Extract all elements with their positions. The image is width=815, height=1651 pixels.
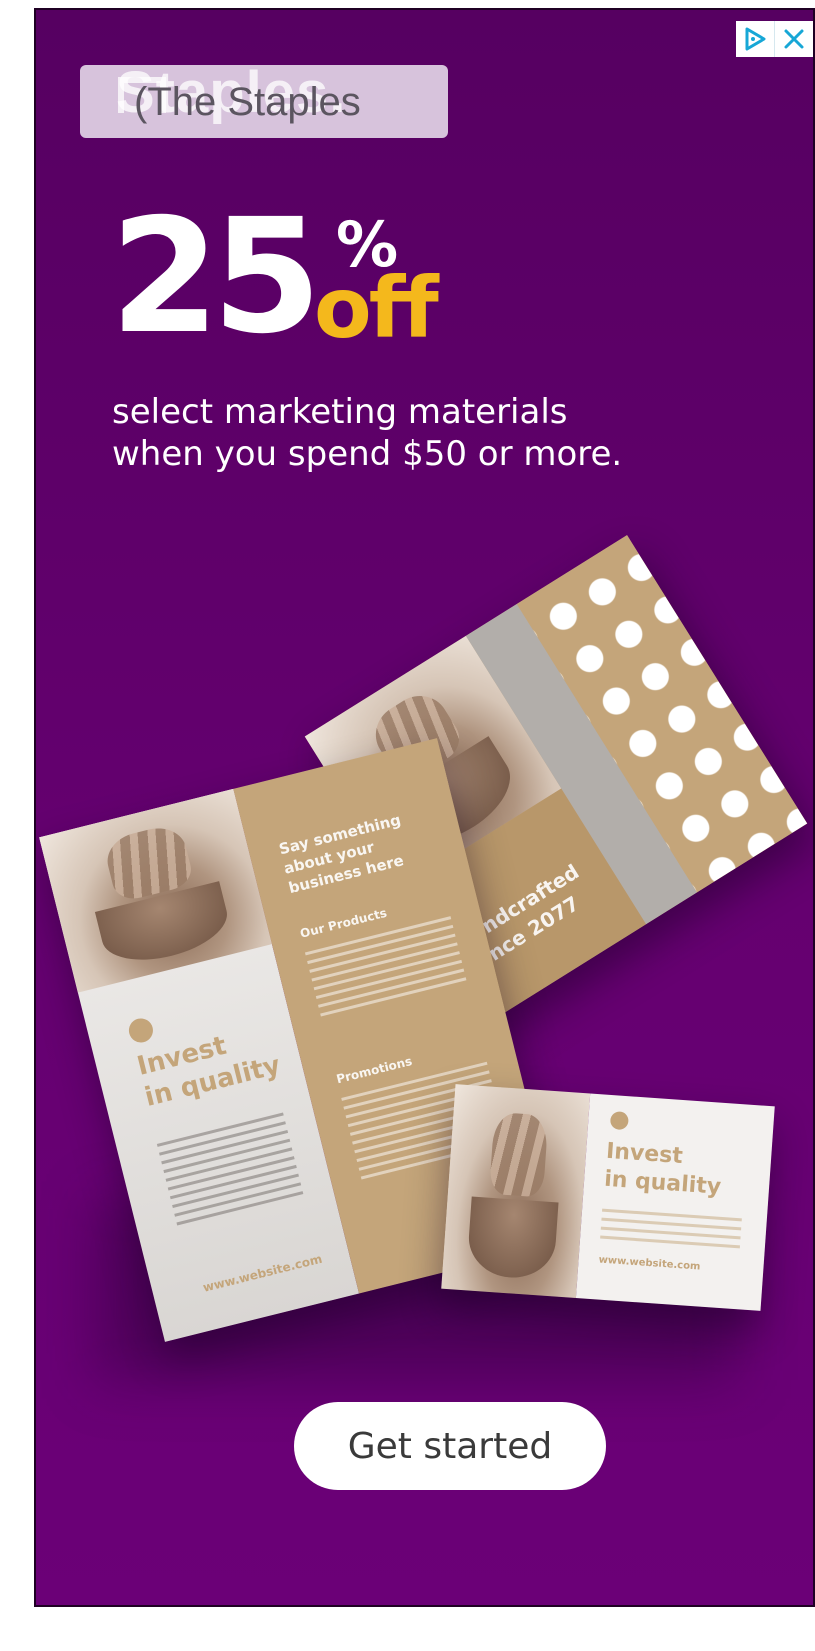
brand-logo: Staples. (The Staples [80,65,448,138]
card-url: www.website.com [598,1254,701,1273]
display-ad[interactable]: Staples. (The Staples 25 % off select ma… [34,8,815,1607]
card-title-2: in quality [603,1166,722,1200]
offer-line-1: select marketing materials [112,392,568,432]
discount-off: off [314,259,439,357]
adchoices-bar [736,21,813,57]
pottery-photo [441,1084,591,1299]
pottery-photo [39,788,272,993]
get-started-button[interactable]: Get started [294,1402,606,1490]
cover-url: www.website.com [201,1251,324,1295]
emblem-icon [126,1015,156,1045]
logo-text: (The Staples [134,80,361,124]
discount-number: 25 [110,185,322,369]
offer-line-2: when you spend $50 or more. [112,434,623,474]
postcard-mockup: Invest in quality www.website.com [441,1084,775,1311]
panel-heading: Say something about your business here [277,810,406,898]
emblem-icon [609,1111,629,1131]
close-icon[interactable] [774,21,813,57]
card-title-1: Invest [605,1138,684,1170]
adchoices-triangle-icon[interactable] [736,21,774,57]
